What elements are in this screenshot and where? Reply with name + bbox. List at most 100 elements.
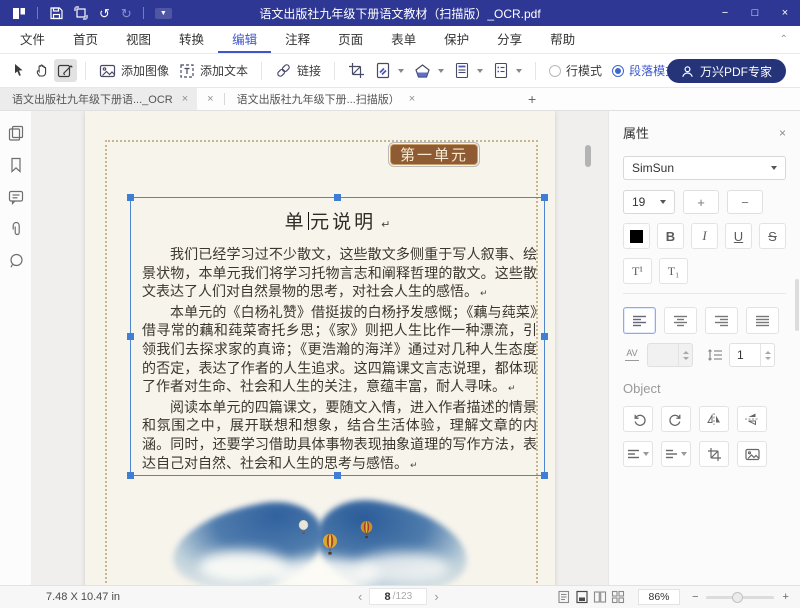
select-tool-button[interactable] (8, 59, 31, 82)
selection-handle[interactable] (541, 472, 548, 479)
panel-scrollbar-thumb[interactable] (795, 279, 799, 331)
align-objects-button[interactable] (623, 441, 653, 467)
close-icon[interactable]: × (207, 93, 213, 105)
selection-handle[interactable] (541, 194, 548, 201)
save-icon[interactable] (49, 6, 63, 20)
page-number-input[interactable]: 8 /123 (369, 588, 427, 605)
close-button[interactable]: × (770, 0, 800, 26)
crop-object-button[interactable] (699, 441, 729, 467)
bookmarks-panel-icon[interactable] (8, 157, 24, 173)
selection-handle[interactable] (334, 194, 341, 201)
subscript-button[interactable]: T₁ (659, 258, 688, 284)
tab-1-close-icon[interactable]: × (182, 93, 188, 105)
menu-comment[interactable]: 注释 (271, 26, 324, 53)
undo-icon[interactable]: ↺ (99, 7, 110, 20)
selection-handle[interactable] (541, 333, 548, 340)
menu-page[interactable]: 页面 (324, 26, 377, 53)
background-dropdown-icon[interactable] (438, 69, 444, 73)
add-text-button[interactable]: 添加文本 (179, 62, 248, 79)
hand-tool-button[interactable] (31, 59, 54, 82)
font-size-increase-button[interactable]: + (683, 190, 719, 214)
letter-spacing-input[interactable] (647, 343, 693, 367)
attachments-panel-icon[interactable] (8, 221, 24, 237)
thumbnails-panel-icon[interactable] (8, 125, 24, 141)
crop-button[interactable] (348, 62, 365, 79)
unit-badge[interactable]: 第一单元 (390, 144, 478, 165)
sky-balloons-image[interactable] (170, 492, 470, 585)
flip-horizontal-button[interactable] (699, 406, 729, 432)
replace-image-button[interactable] (737, 441, 767, 467)
snapshot-icon[interactable] (74, 6, 88, 20)
menu-help[interactable]: 帮助 (536, 26, 589, 53)
new-tab-icon[interactable]: + (528, 91, 536, 107)
quick-access-dropdown-icon[interactable]: ▼ (155, 8, 172, 19)
selection-handle[interactable] (127, 194, 134, 201)
text-block-selection[interactable]: 单元说明↵ 我们已经学习过不少散文，这些散文多侧重于写人叙事、绘景状物，本单元我… (130, 197, 545, 476)
menu-form[interactable]: 表单 (377, 26, 430, 53)
header-footer-dropdown-icon[interactable] (477, 69, 483, 73)
line-mode-radio[interactable]: 行模式 (549, 62, 602, 79)
maximize-button[interactable]: □ (740, 0, 770, 26)
line-spacing-input[interactable]: 1 (729, 343, 775, 367)
zoom-slider[interactable] (706, 596, 774, 599)
flip-vertical-button[interactable] (737, 406, 767, 432)
menu-home[interactable]: 首页 (59, 26, 112, 53)
superscript-button[interactable]: T¹ (623, 258, 652, 284)
canvas-scrollbar-thumb[interactable] (585, 145, 591, 167)
font-family-select[interactable]: SimSun (623, 156, 786, 180)
align-justify-button[interactable] (746, 307, 779, 334)
document-body-text[interactable]: 我们已经学习过不少散文，这些散文多侧重于写人叙事、绘景状物，本单元我们将学习托物… (131, 234, 544, 475)
previous-page-icon[interactable]: ‹ (358, 590, 362, 603)
italic-button[interactable]: I (691, 223, 718, 249)
link-button[interactable]: 链接 (275, 62, 321, 79)
zoom-out-icon[interactable]: − (692, 591, 698, 603)
zoom-slider-knob[interactable] (732, 592, 743, 603)
selection-handle[interactable] (127, 333, 134, 340)
menu-file[interactable]: 文件 (6, 26, 59, 53)
selection-handle[interactable] (334, 472, 341, 479)
bates-dropdown-icon[interactable] (516, 69, 522, 73)
font-size-decrease-button[interactable]: − (727, 190, 763, 214)
rotate-right-button[interactable] (661, 406, 691, 432)
header-footer-button[interactable] (454, 62, 483, 79)
next-page-icon[interactable]: › (434, 590, 438, 603)
align-center-button[interactable] (664, 307, 697, 334)
bold-button[interactable]: B (657, 223, 684, 249)
pdf-expert-button[interactable]: 万兴PDF专家 (667, 59, 786, 83)
distribute-objects-button[interactable] (661, 441, 691, 467)
bates-number-button[interactable] (493, 62, 522, 79)
watermark-dropdown-icon[interactable] (398, 69, 404, 73)
tab-document-1[interactable]: 语文出版社九年级下册语..._OCR × (0, 88, 197, 110)
tab-2-close-icon[interactable]: × (409, 93, 415, 105)
single-page-view-icon[interactable] (557, 590, 571, 604)
tab-document-2[interactable]: 语文出版社九年级下册...扫描版） × (225, 88, 425, 110)
two-page-view-icon[interactable] (593, 590, 607, 604)
grid-view-icon[interactable] (611, 590, 625, 604)
zoom-in-icon[interactable]: + (782, 591, 788, 603)
menu-convert[interactable]: 转换 (165, 26, 218, 53)
continuous-view-icon[interactable] (575, 590, 589, 604)
rotate-left-button[interactable] (623, 406, 653, 432)
font-size-select[interactable]: 19 (623, 190, 675, 214)
search-panel-icon[interactable] (8, 253, 24, 269)
spinner-icon[interactable] (678, 344, 692, 366)
edit-tool-button[interactable] (54, 59, 77, 82)
add-image-button[interactable]: 添加图像 (99, 62, 169, 79)
document-heading[interactable]: 单元说明↵ (131, 207, 544, 234)
spinner-icon[interactable] (760, 344, 774, 366)
font-color-button[interactable] (623, 223, 650, 249)
redo-icon[interactable]: ↻ (121, 7, 132, 20)
underline-button[interactable]: U (725, 223, 752, 249)
document-canvas[interactable]: 第一单元 单元说明↵ 我们已经学习过不少散文，这些散文多侧重于写人叙事、绘景状物… (32, 111, 608, 585)
zoom-level-input[interactable]: 86% (638, 589, 680, 605)
comments-panel-icon[interactable] (8, 189, 24, 205)
collapse-ribbon-icon[interactable]: ⌃ (780, 34, 788, 45)
menu-share[interactable]: 分享 (483, 26, 536, 53)
menu-edit[interactable]: 编辑 (218, 26, 271, 53)
watermark-button[interactable] (375, 62, 404, 79)
panel-close-icon[interactable]: × (779, 126, 786, 140)
selection-handle[interactable] (127, 472, 134, 479)
align-right-button[interactable] (705, 307, 738, 334)
strikethrough-button[interactable]: S (759, 223, 786, 249)
menu-protect[interactable]: 保护 (430, 26, 483, 53)
